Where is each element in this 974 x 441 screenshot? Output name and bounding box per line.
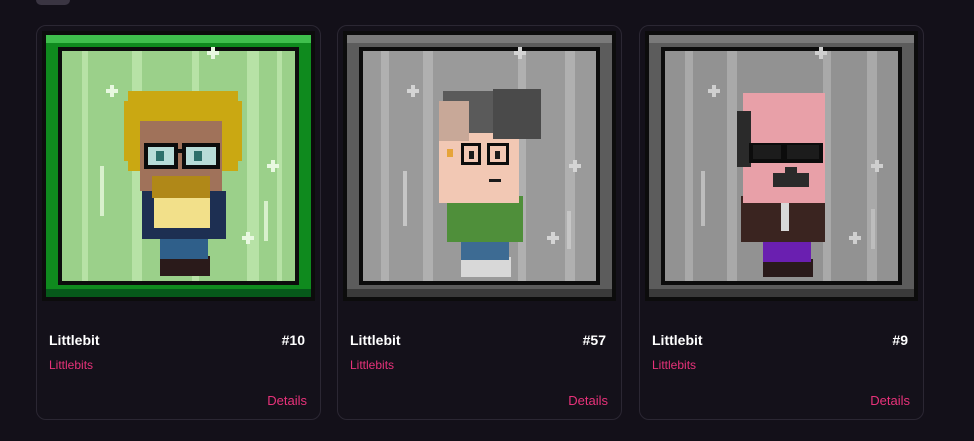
nft-name: Littlebit [49,332,100,348]
nft-image[interactable] [42,31,315,301]
nft-card[interactable]: Littlebit #10 Littlebits Details [36,25,321,420]
collection-link[interactable]: Littlebits [49,358,93,372]
nft-number: #57 [582,332,606,348]
avatar-fragment [36,0,70,5]
collection-link[interactable]: Littlebits [350,358,394,372]
nft-name: Littlebit [652,332,703,348]
details-link[interactable]: Details [568,393,608,408]
nft-number: #9 [892,332,908,348]
details-link[interactable]: Details [267,393,307,408]
nft-image[interactable] [343,31,616,301]
nft-number: #10 [281,332,305,348]
nft-card[interactable]: Littlebit #9 Littlebits Details [639,25,924,420]
nft-image[interactable] [645,31,918,301]
details-link[interactable]: Details [870,393,910,408]
nft-card[interactable]: Littlebit #57 Littlebits Details [337,25,622,420]
collection-link[interactable]: Littlebits [652,358,696,372]
nft-name: Littlebit [350,332,401,348]
